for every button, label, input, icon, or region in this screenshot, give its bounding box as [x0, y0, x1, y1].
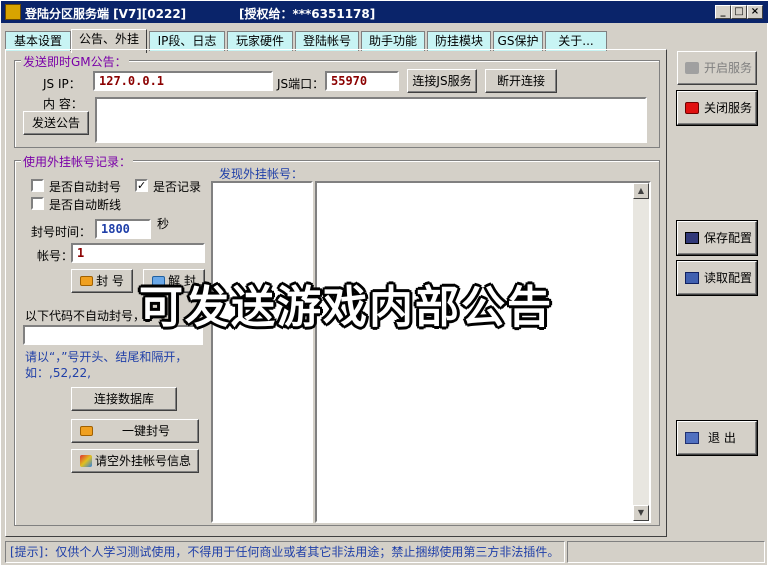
tab-ip-log[interactable]: IP段、日志 [149, 31, 225, 51]
account-detail-list[interactable]: ▲ ▼ [315, 181, 651, 523]
license-text: [授权给：***6351178] [239, 7, 376, 21]
auto-ban-label: 是否自动封号 [49, 180, 122, 194]
window-title: 登陆分区服务端 [V7][0222] [25, 7, 187, 21]
codes-hint: 请以“，”号开头、结尾和隔开，如：,52,22, [25, 350, 188, 380]
floppy-disk-icon [685, 232, 699, 244]
gm-notice-group: 发送即时GM公告： JS IP： 127.0.0.1 JS端口： 55970 连… [14, 53, 660, 148]
open-config-icon [685, 272, 699, 284]
overlay-caption: 可发送游戏内部公告 [139, 282, 553, 333]
connect-js-button[interactable]: 连接JS服务 [407, 69, 477, 93]
disconnect-button[interactable]: 断开连接 [485, 69, 557, 93]
maximize-button[interactable]: □ [731, 5, 747, 19]
exit-door-icon [685, 432, 699, 444]
one-click-ban-label: 一键封号 [121, 424, 170, 438]
status-bar: [提示]：仅供个人学习测试使用，不得用于任何商业或者其它非法用途；禁止捆绑使用第… [5, 541, 565, 563]
auto-ban-checkbox[interactable] [31, 179, 44, 192]
start-service-label: 开启服务 [704, 61, 753, 75]
tab-login-account[interactable]: 登陆帐号 [295, 31, 359, 51]
no-auto-ban-label: 以下代码不自动封号， [25, 309, 146, 323]
cheat-account-group: 使用外挂帐号记录： 是否自动封号 ✓ 是否记录 是否自动断线 封号时间： 180… [14, 153, 660, 526]
ban-time-label: 封号时间： [31, 225, 92, 239]
js-ip-input[interactable]: 127.0.0.1 [93, 71, 273, 91]
found-accounts-list[interactable] [211, 181, 313, 523]
js-ip-label: JS IP： [43, 77, 81, 91]
send-notice-button[interactable]: 发送公告 [23, 111, 89, 135]
one-click-ban-icon [80, 426, 93, 436]
detail-scrollbar[interactable]: ▲ ▼ [633, 183, 649, 521]
auto-disconnect-label: 是否自动断线 [49, 198, 122, 212]
close-button[interactable]: × [747, 5, 763, 19]
connect-db-button[interactable]: 连接数据库 [71, 387, 177, 411]
ban-icon [80, 276, 93, 286]
stop-service-button[interactable]: 关闭服务 [677, 91, 757, 125]
tab-about[interactable]: 关于... [545, 31, 607, 51]
tab-player-hardware[interactable]: 玩家硬件 [227, 31, 293, 51]
exit-label: 退 出 [708, 431, 736, 445]
minimize-button[interactable]: _ [715, 5, 731, 19]
save-config-button[interactable]: 保存配置 [677, 221, 757, 255]
cheat-account-legend: 使用外挂帐号记录： [21, 153, 134, 170]
tab-helper[interactable]: 助手功能 [361, 31, 425, 51]
record-checkbox[interactable]: ✓ [135, 179, 148, 192]
account-label: 帐号： [37, 249, 74, 263]
one-click-ban-button[interactable]: 一键封号 [71, 419, 199, 443]
account-input[interactable]: 1 [71, 243, 205, 263]
clear-info-label: 请空外挂帐号信息 [94, 454, 191, 468]
status-bar-right [567, 541, 765, 563]
load-config-button[interactable]: 读取配置 [677, 261, 757, 295]
clear-info-icon [80, 455, 92, 467]
exit-button[interactable]: 退 出 [677, 421, 757, 455]
gm-notice-legend: 发送即时GM公告： [21, 53, 129, 70]
auto-disconnect-checkbox[interactable] [31, 197, 44, 210]
stop-service-icon [685, 102, 699, 114]
record-label: 是否记录 [153, 180, 202, 194]
notice-content-textarea[interactable] [95, 97, 647, 143]
main-window: 登陆分区服务端 [V7][0222] [授权给：***6351178] _ □ … [0, 0, 768, 566]
ban-time-unit: 秒 [157, 217, 170, 231]
tab-gs-protect[interactable]: GS保护 [493, 31, 543, 51]
tab-basic[interactable]: 基本设置 [5, 31, 71, 51]
scroll-down-icon[interactable]: ▼ [633, 505, 649, 521]
scroll-up-icon[interactable]: ▲ [633, 183, 649, 199]
clear-info-button[interactable]: 请空外挂帐号信息 [71, 449, 199, 473]
js-port-input[interactable]: 55970 [325, 71, 399, 91]
stop-service-label: 关闭服务 [704, 101, 753, 115]
ban-button-label: 封 号 [96, 274, 124, 288]
found-accounts-label: 发现外挂帐号： [219, 167, 304, 181]
save-config-label: 保存配置 [704, 231, 753, 245]
start-service-icon [685, 62, 699, 74]
ban-time-input[interactable]: 1800 [95, 219, 151, 239]
load-config-label: 读取配置 [704, 271, 753, 285]
ban-button[interactable]: 封 号 [71, 269, 133, 293]
tab-anti-cheat[interactable]: 防挂模块 [427, 31, 491, 51]
content-label: 内 容： [43, 97, 83, 111]
app-icon [5, 4, 21, 20]
title-bar[interactable]: 登陆分区服务端 [V7][0222] [授权给：***6351178] _ □ … [1, 1, 768, 23]
start-service-button[interactable]: 开启服务 [677, 51, 757, 85]
js-port-label: JS端口： [277, 77, 325, 91]
